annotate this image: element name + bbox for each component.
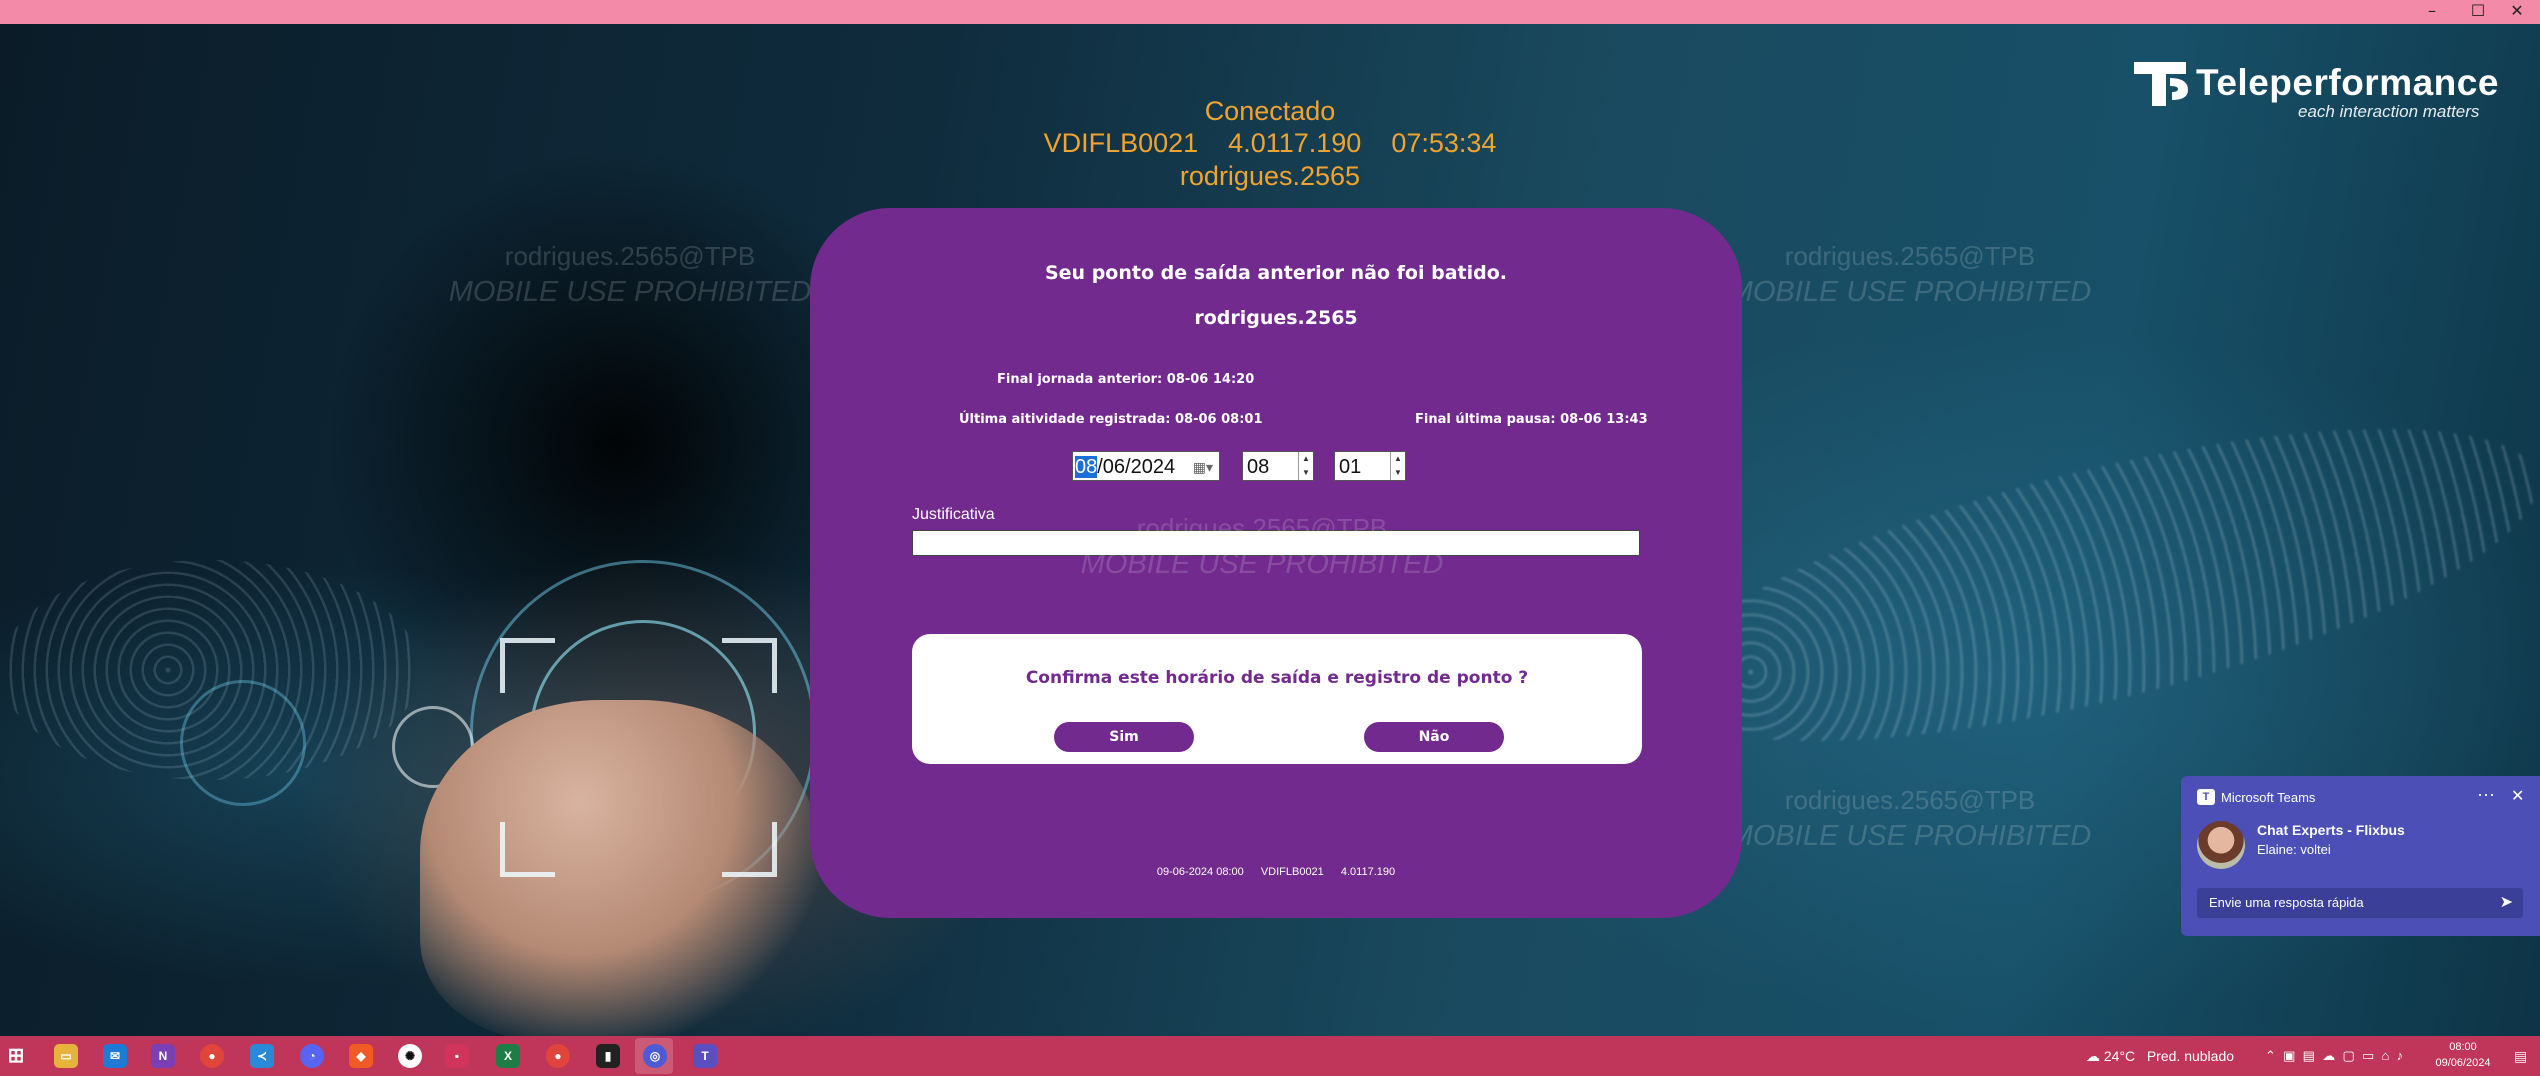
date-picker[interactable]: 08/06/2024 ▦▾ bbox=[1072, 451, 1220, 481]
onenote-icon[interactable]: N bbox=[151, 1044, 175, 1068]
watermark-line: MOBILE USE PROHIBITED bbox=[1080, 548, 1444, 580]
close-icon[interactable]: ✕ bbox=[2494, 0, 2540, 24]
excel-icon[interactable]: X bbox=[496, 1044, 520, 1068]
volume-icon[interactable]: ♪ bbox=[2397, 1048, 2404, 1063]
punch-app-icon[interactable]: ◎ bbox=[643, 1044, 667, 1068]
tray-app-icon[interactable]: ▢ bbox=[2342, 1048, 2354, 1063]
scan-frame-corner bbox=[722, 822, 777, 877]
vscode-icon[interactable]: ≺ bbox=[250, 1044, 274, 1068]
footer-datetime: 09-06-2024 08:00 bbox=[1156, 866, 1244, 878]
current-time: 07:53:34 bbox=[1391, 128, 1497, 158]
brave-icon[interactable]: ◆ bbox=[349, 1044, 373, 1068]
missed-punch-dialog: Seu ponto de saída anterior não foi bati… bbox=[810, 208, 1742, 918]
chat-message: Elaine: voltei bbox=[2257, 842, 2331, 857]
minute-stepper[interactable]: 01 ▲ ▼ bbox=[1334, 451, 1406, 481]
taskbar: ⊞ ▭ ✉ N ● ≺ ◔ ◆ ✺ ▪ X ● ▮ ◎ T ☁ 24°C Pre… bbox=[0, 1036, 2540, 1076]
final-jornada-anterior: Final jornada anterior: 08-06 14:20 bbox=[997, 372, 1255, 387]
teams-notification[interactable]: T Microsoft Teams ··· ✕ Chat Experts - F… bbox=[2181, 776, 2540, 936]
calendar-dropdown-icon[interactable]: ▦▾ bbox=[1193, 452, 1213, 482]
windows-start-icon[interactable]: ⊞ bbox=[4, 1044, 28, 1068]
network-icon[interactable]: ⌂ bbox=[2382, 1048, 2390, 1063]
ultima-atividade: Última aitividade registrada: 08-06 08:0… bbox=[959, 412, 1263, 427]
weather-widget[interactable]: ☁ 24°C Pred. nublado bbox=[2086, 1036, 2234, 1076]
dialog-title: Seu ponto de saída anterior não foi bati… bbox=[1044, 262, 1507, 284]
cloud-icon: ☁ bbox=[2086, 1048, 2100, 1064]
minute-value: 01 bbox=[1339, 456, 1362, 478]
machine-name: VDIFLB0021 bbox=[1043, 128, 1199, 158]
watermark: rodrigues.2565@TPB MOBILE USE PROHIBITED bbox=[440, 238, 820, 310]
watermark: rodrigues.2565@TPB MOBILE USE PROHIBITED bbox=[1072, 510, 1452, 582]
chrome-icon[interactable]: ● bbox=[200, 1044, 224, 1068]
window-titlebar: – ☐ ✕ bbox=[0, 0, 2540, 24]
onedrive-icon[interactable]: ☁ bbox=[2322, 1048, 2335, 1063]
notification-icon[interactable]: ▤ bbox=[2514, 1036, 2527, 1076]
app-icon[interactable]: ▮ bbox=[596, 1044, 620, 1068]
yes-button[interactable]: Sim bbox=[1054, 722, 1194, 752]
machine-info: VDIFLB0021 4.0117.190 07:53:34 bbox=[0, 128, 2540, 159]
tray-app-icon[interactable]: ▤ bbox=[2303, 1048, 2315, 1063]
minute-spin-arrows[interactable]: ▲ ▼ bbox=[1390, 452, 1405, 480]
weather-temp: 24°C bbox=[2103, 1048, 2136, 1064]
chatgpt-icon[interactable]: ✺ bbox=[398, 1044, 422, 1068]
taskbar-clock[interactable]: 08:00 09/06/2024 bbox=[2418, 1039, 2508, 1071]
hour-spin-arrows[interactable]: ▲ ▼ bbox=[1298, 452, 1313, 480]
scan-frame-corner bbox=[500, 638, 555, 693]
dialog-footer: 09-06-2024 08:00 VDIFLB0021 4.0117.190 bbox=[810, 866, 1742, 878]
avatar bbox=[2197, 821, 2245, 869]
watermark-line: rodrigues.2565@TPB bbox=[504, 241, 756, 271]
watermark-line: rodrigues.2565@TPB bbox=[1136, 513, 1388, 543]
hour-value: 08 bbox=[1247, 456, 1270, 478]
brand-tagline: each interaction matters bbox=[2298, 102, 2480, 121]
scan-frame-corner bbox=[500, 822, 555, 877]
brand-name: Teleperformance bbox=[2196, 62, 2499, 103]
minimize-icon[interactable]: – bbox=[2409, 0, 2455, 24]
tray-app-icon[interactable]: ▣ bbox=[2283, 1048, 2295, 1063]
toast-app-name: Microsoft Teams bbox=[2221, 790, 2316, 805]
clock-time: 08:00 bbox=[2449, 1041, 2477, 1053]
logo-icon bbox=[2134, 62, 2188, 106]
confirm-question: Confirma este horário de saída e registr… bbox=[1025, 668, 1529, 688]
teams-icon: T bbox=[2197, 789, 2215, 805]
scan-frame-corner bbox=[722, 638, 777, 693]
app-icon[interactable]: ▪ bbox=[445, 1044, 469, 1068]
watermark-line: MOBILE USE PROHIBITED bbox=[1728, 820, 2092, 852]
teleperformance-logo: Teleperformance each interaction matters bbox=[2130, 56, 2510, 121]
chat-name: Chat Experts - Flixbus bbox=[2257, 822, 2405, 838]
system-tray-icons[interactable]: ⌃ ▣ ▤ ☁ ▢ ▭ ⌂ ♪ bbox=[2265, 1036, 2403, 1076]
date-day-selected: 08 bbox=[1075, 456, 1098, 478]
chrome-profile-icon[interactable]: ● bbox=[546, 1044, 570, 1068]
quick-reply-input[interactable]: Envie uma resposta rápida ➤ bbox=[2197, 888, 2523, 918]
mail-icon[interactable]: ✉ bbox=[103, 1044, 127, 1068]
status-username: rodrigues.2565 bbox=[1179, 161, 1361, 191]
app-version: 4.0117.190 bbox=[1228, 128, 1362, 158]
watermark: rodrigues.2565@TPB MOBILE USE PROHIBITED bbox=[1720, 238, 2100, 310]
clock-date: 09/06/2024 bbox=[2435, 1057, 2491, 1069]
watermark-line: rodrigues.2565@TPB bbox=[1784, 785, 2036, 815]
more-options-icon[interactable]: ··· bbox=[2477, 784, 2495, 805]
dialog-username: rodrigues.2565 bbox=[1194, 307, 1358, 329]
teams-taskbar-icon[interactable]: T bbox=[693, 1044, 717, 1068]
final-ultima-pausa: Final última pausa: 08-06 13:43 bbox=[1415, 412, 1648, 427]
watermark-line: rodrigues.2565@TPB bbox=[1784, 241, 2036, 271]
discord-icon[interactable]: ◔ bbox=[300, 1044, 324, 1068]
watermark-line: MOBILE USE PROHIBITED bbox=[448, 276, 812, 308]
watermark-line: MOBILE USE PROHIBITED bbox=[1728, 276, 2092, 308]
close-icon[interactable]: ✕ bbox=[2511, 786, 2524, 806]
chevron-up-icon[interactable]: ⌃ bbox=[2265, 1048, 2276, 1063]
hour-stepper[interactable]: 08 ▲ ▼ bbox=[1242, 451, 1314, 481]
footer-machine: VDIFLB0021 bbox=[1260, 866, 1324, 878]
date-rest: /06/2024 bbox=[1097, 456, 1176, 478]
file-explorer-icon[interactable]: ▭ bbox=[54, 1044, 78, 1068]
reply-placeholder: Envie uma resposta rápida bbox=[2209, 895, 2364, 910]
face-scan-circle bbox=[180, 680, 306, 806]
footer-version: 4.0117.190 bbox=[1340, 866, 1396, 878]
send-icon[interactable]: ➤ bbox=[2500, 892, 2513, 912]
weather-desc: Pred. nublado bbox=[2146, 1048, 2235, 1064]
confirm-panel: Confirma este horário de saída e registr… bbox=[912, 634, 1642, 764]
no-button[interactable]: Não bbox=[1364, 722, 1504, 752]
watermark: rodrigues.2565@TPB MOBILE USE PROHIBITED bbox=[1720, 782, 2100, 854]
display-icon[interactable]: ▭ bbox=[2362, 1048, 2374, 1063]
justificativa-label: Justificativa bbox=[912, 506, 995, 523]
